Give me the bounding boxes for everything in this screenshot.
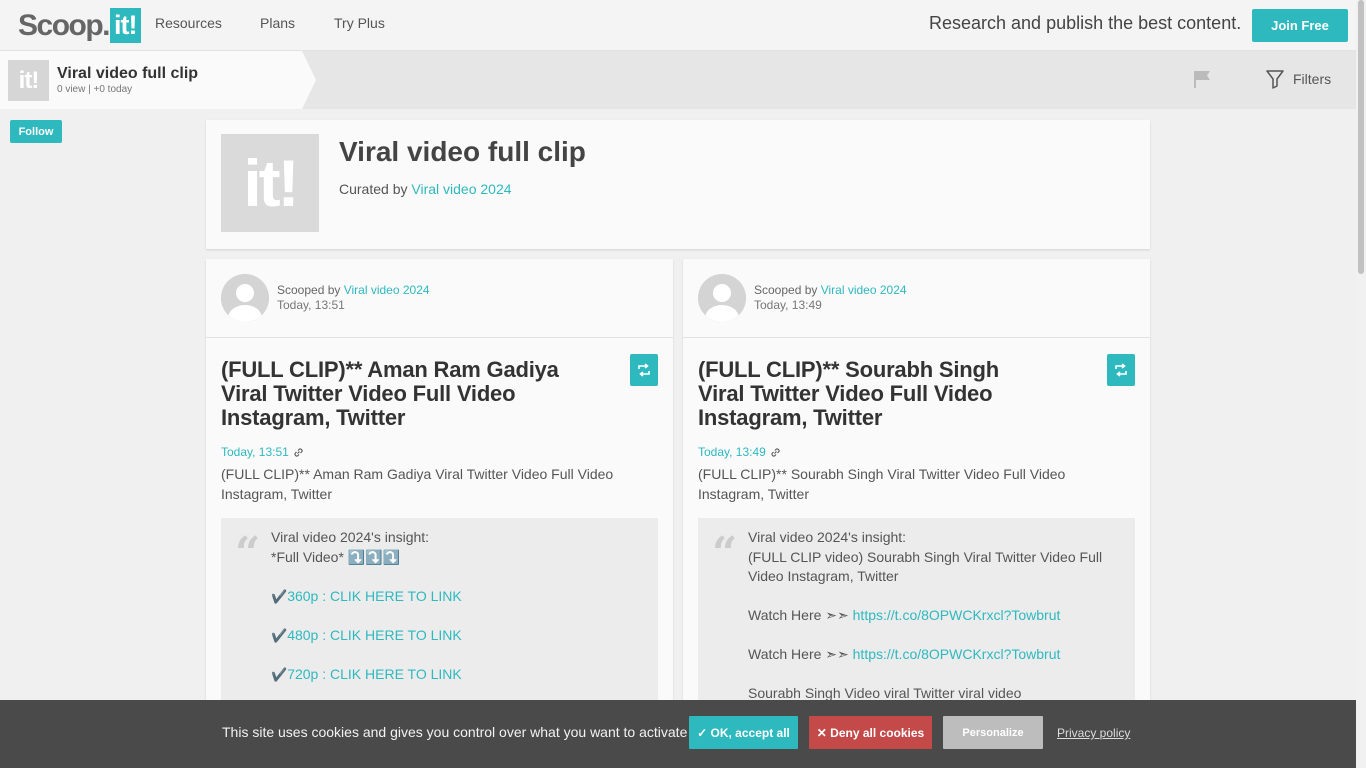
insight-text: Viral video 2024's insight: *Full Video*… — [271, 528, 656, 684]
personalize-cookies-button[interactable]: Personalize — [943, 716, 1043, 749]
scooped-time: Today, 13:51 — [277, 298, 345, 312]
user-silhouette-icon — [221, 274, 269, 322]
post-header: Scooped by Viral video 2024 Today, 13:49 — [683, 259, 1150, 338]
insight-link-line: ✔️720p : CLIK HERE TO LINK — [271, 665, 656, 685]
permalink-icon — [294, 448, 303, 457]
topic-thumbnail: it! — [8, 60, 49, 101]
nav-link-plans[interactable]: Plans — [260, 15, 295, 31]
insight-link-line: ✔️360p : CLIK HERE TO LINK — [271, 587, 656, 607]
permalink-icon — [771, 448, 780, 457]
logo-box: it! — [110, 8, 141, 43]
topic-tab-arrow — [302, 51, 316, 109]
insight-link-720p[interactable]: 720p : CLIK HERE TO LINK — [287, 666, 462, 682]
scoopit-logo[interactable]: Scoop. it! — [18, 8, 141, 43]
check-icon: ✔️ — [271, 588, 288, 604]
check-icon: ✔️ — [271, 666, 288, 682]
topic-tab[interactable]: it! Viral video full clip 0 view | +0 to… — [0, 51, 302, 109]
author-link[interactable]: Viral video 2024 — [344, 283, 430, 297]
insight-label: Viral video 2024's insight: — [271, 529, 430, 545]
nav-link-try-plus[interactable]: Try Plus — [334, 15, 385, 31]
insight-link-360p[interactable]: 360p : CLIK HERE TO LINK — [287, 588, 462, 604]
topic-title: Viral video full clip — [57, 65, 199, 82]
insight-blank — [748, 587, 1133, 607]
insight-link-line: Watch Here ➣➣ https://t.co/8OPWCKrxcl?To… — [748, 645, 1133, 665]
scrollbar-thumb[interactable] — [1358, 0, 1364, 274]
curator-link[interactable]: Viral video 2024 — [411, 181, 511, 197]
author-link[interactable]: Viral video 2024 — [821, 283, 907, 297]
curated-by-label: Curated by — [339, 181, 412, 197]
check-icon: ✔️ — [271, 627, 288, 643]
topic-header-card: it! Viral video full clip Curated by Vir… — [206, 120, 1150, 249]
insight-link-line: ✔️480p : CLIK HERE TO LINK — [271, 626, 656, 646]
page-scrollbar[interactable] — [1356, 0, 1366, 768]
watch-here-label: Watch Here ➣➣ — [748, 646, 853, 662]
post-description: (FULL CLIP)** Aman Ram Gadiya Viral Twit… — [221, 466, 614, 502]
scooped-by: Scooped by Viral video 2024 — [277, 283, 430, 297]
deny-all-cookies-button[interactable]: ✕ Deny all cookies — [809, 716, 932, 749]
post-card: Scooped by Viral video 2024 Today, 13:49… — [683, 259, 1150, 768]
scooped-by-label: Scooped by — [754, 283, 821, 297]
filters-label[interactable]: Filters — [1293, 71, 1331, 87]
watch-here-link[interactable]: https://t.co/8OPWCKrxcl?Towbrut — [853, 646, 1061, 662]
insight-link-480p[interactable]: 480p : CLIK HERE TO LINK — [287, 627, 462, 643]
insight-blank — [271, 567, 656, 587]
post-date-text: Today, 13:49 — [698, 445, 766, 459]
topic-header-title: Viral video full clip — [339, 136, 586, 167]
post-date-text: Today, 13:51 — [221, 445, 289, 459]
scooped-by: Scooped by Viral video 2024 — [754, 283, 907, 297]
insight-blank — [748, 665, 1133, 685]
post-title[interactable]: (FULL CLIP)** Aman Ram Gadiya Viral Twit… — [221, 358, 561, 430]
insight-label: Viral video 2024's insight: — [748, 529, 907, 545]
topic-stats: 0 view | +0 today — [57, 84, 133, 95]
nav-link-resources[interactable]: Resources — [155, 15, 222, 31]
join-free-button[interactable]: Join Free — [1252, 9, 1348, 42]
rescoop-icon — [638, 363, 650, 377]
watch-here-link[interactable]: https://t.co/8OPWCKrxcl?Towbrut — [853, 607, 1061, 623]
avatar[interactable] — [221, 274, 269, 322]
cookie-message: This site uses cookies and gives you con… — [222, 724, 688, 740]
rescoop-button[interactable] — [1107, 354, 1135, 386]
scooped-by-label: Scooped by — [277, 283, 344, 297]
post-header: Scooped by Viral video 2024 Today, 13:51 — [206, 259, 673, 338]
cookie-consent-bar: This site uses cookies and gives you con… — [0, 700, 1356, 768]
post-card: Scooped by Viral video 2024 Today, 13:51… — [206, 259, 673, 768]
insight-blank — [271, 645, 656, 665]
post-date[interactable]: Today, 13:49 — [698, 445, 781, 459]
scooped-time: Today, 13:49 — [754, 298, 822, 312]
quote-icon: “ — [712, 528, 738, 579]
logo-text: Scoop. — [18, 8, 111, 42]
insight-line: (FULL CLIP video) Sourabh Singh Viral Tw… — [748, 548, 1103, 585]
filter-icon[interactable] — [1265, 69, 1285, 89]
rescoop-button[interactable] — [630, 354, 658, 386]
insight-blank — [748, 626, 1133, 646]
insight-text: Viral video 2024's insight: (FULL CLIP v… — [748, 528, 1133, 704]
topic-header-thumbnail: it! — [221, 134, 319, 232]
tagline: Research and publish the best content. — [929, 13, 1242, 33]
post-title[interactable]: (FULL CLIP)** Sourabh Singh Viral Twitte… — [698, 358, 1038, 430]
insight-line: *Full Video* ⤵️⤵️⤵️ — [271, 548, 401, 565]
follow-button[interactable]: Follow — [10, 120, 62, 143]
flag-icon[interactable] — [1193, 70, 1213, 88]
user-silhouette-icon — [698, 274, 746, 322]
curated-by: Curated by Viral video 2024 — [339, 181, 512, 197]
insight-blank — [271, 606, 656, 626]
rescoop-icon — [1115, 363, 1127, 377]
top-navigation: Scoop. it! Resources Plans Try Plus Rese… — [0, 0, 1356, 51]
topic-bar: it! Viral video full clip 0 view | +0 to… — [0, 51, 1356, 109]
accept-all-cookies-button[interactable]: ✓ OK, accept all — [689, 716, 798, 749]
insight-link-line: Watch Here ➣➣ https://t.co/8OPWCKrxcl?To… — [748, 606, 1133, 626]
post-description: (FULL CLIP)** Sourabh Singh Viral Twitte… — [698, 466, 1066, 502]
watch-here-label: Watch Here ➣➣ — [748, 607, 853, 623]
post-date[interactable]: Today, 13:51 — [221, 445, 304, 459]
privacy-policy-link[interactable]: Privacy policy — [1057, 726, 1130, 740]
avatar[interactable] — [698, 274, 746, 322]
quote-icon: “ — [235, 528, 261, 579]
